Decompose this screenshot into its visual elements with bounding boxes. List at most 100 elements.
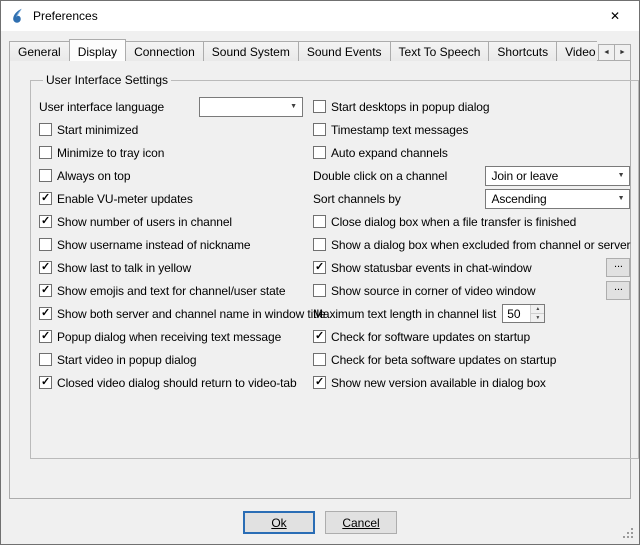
tab-display[interactable]: Display [69, 39, 126, 61]
checkbox-label: Show both server and channel name in win… [57, 307, 326, 321]
checkbox-show-source-in-corner-of-video-window[interactable]: Show source in corner of video window [313, 284, 535, 298]
settings-row: ✓Show emojis and text for channel/user s… [39, 279, 303, 302]
checkbox-label: Show statusbar events in chat-window [331, 261, 532, 275]
checkbox-checked-icon: ✓ [39, 307, 52, 320]
settings-row: ✓Closed video dialog should return to vi… [39, 371, 303, 394]
checkbox-unchecked-box [39, 123, 52, 136]
settings-row: Start video in popup dialog [39, 348, 303, 371]
checkbox-label: Start desktops in popup dialog [331, 100, 489, 114]
checkbox-label: Close dialog box when a file transfer is… [331, 215, 576, 229]
checkbox-enable-vu-meter-updates[interactable]: ✓Enable VU-meter updates [39, 192, 193, 206]
checkbox-unchecked-box [313, 123, 326, 136]
checkbox-checked-icon: ✓ [39, 261, 52, 274]
chevron-down-icon: ▼ [618, 195, 625, 202]
checkbox-label: Start video in popup dialog [57, 353, 196, 367]
tab-connection[interactable]: Connection [125, 41, 204, 61]
tab-sound-system[interactable]: Sound System [203, 41, 299, 61]
settings-row: User interface language▼ [39, 95, 303, 118]
checkbox-label: Minimize to tray icon [57, 146, 164, 160]
checkbox-check-for-beta-software-updates-on-startup[interactable]: Check for beta software updates on start… [313, 353, 556, 367]
checkbox-unchecked-box [39, 353, 52, 366]
close-button[interactable]: ✕ [599, 1, 631, 31]
settings-column-left: User interface language▼ Start minimized M… [39, 95, 303, 394]
settings-row: ✓ Show statusbar events in chat-window... [313, 256, 630, 279]
checkbox-show-username-instead-of-nickname[interactable]: Show username instead of nickname [39, 238, 250, 252]
dialog-button-row: Ok Cancel [9, 511, 631, 534]
checkbox-show-both-server-and-channel-name-in-window-title[interactable]: ✓ Show both server and channel name in wi… [39, 307, 326, 321]
checkbox-checked-icon: ✓ [313, 330, 326, 343]
checkbox-show-emojis-and-text-for-channel-user-state[interactable]: ✓Show emojis and text for channel/user s… [39, 284, 286, 298]
show-statusbar-events-in-chat-window-more-button[interactable]: ... [606, 258, 630, 277]
app-logo-icon [9, 8, 25, 24]
checkbox-show-statusbar-events-in-chat-window[interactable]: ✓ Show statusbar events in chat-window [313, 261, 532, 275]
settings-row: ✓Enable VU-meter updates [39, 187, 303, 210]
user-interface-language-select[interactable]: ▼ [199, 97, 303, 117]
checkbox-label: Popup dialog when receiving text message [57, 330, 281, 344]
tab-scroll-buttons: ◄ ► [599, 44, 631, 61]
checkbox-start-video-in-popup-dialog[interactable]: Start video in popup dialog [39, 353, 196, 367]
settings-row: Close dialog box when a file transfer is… [313, 210, 630, 233]
max-text-length-spinner[interactable]: 50▲▼ [502, 304, 545, 323]
checkbox-label: Show a dialog box when excluded from cha… [331, 238, 630, 252]
settings-row: Maximum text length in channel list 50▲▼ [313, 302, 630, 325]
settings-row: Start desktops in popup dialog [313, 95, 630, 118]
spinner-up-button[interactable]: ▲ [531, 305, 544, 314]
dialog-body: GeneralDisplayConnectionSound SystemSoun… [1, 31, 639, 544]
checkbox-unchecked-box [313, 238, 326, 251]
checkbox-unchecked-box [313, 353, 326, 366]
checkbox-checked-icon: ✓ [313, 261, 326, 274]
settings-row: Show a dialog box when excluded from cha… [313, 233, 630, 256]
checkbox-closed-video-dialog-should-return-to-video-tab[interactable]: ✓Closed video dialog should return to vi… [39, 376, 297, 390]
checkbox-start-minimized[interactable]: Start minimized [39, 123, 138, 137]
tab-strip: GeneralDisplayConnectionSound SystemSoun… [9, 39, 597, 61]
checkbox-show-new-version-available-in-dialog-box[interactable]: ✓Show new version available in dialog bo… [313, 376, 546, 390]
checkbox-unchecked-box [39, 146, 52, 159]
settings-row: Auto expand channels [313, 141, 630, 164]
resize-grip[interactable] [623, 528, 635, 540]
settings-row: ✓Show new version available in dialog bo… [313, 371, 630, 394]
preferences-window: Preferences ✕ GeneralDisplayConnectionSo… [0, 0, 640, 545]
checkbox-unchecked-box [313, 146, 326, 159]
checkbox-unchecked-box [313, 215, 326, 228]
checkbox-check-for-software-updates-on-startup[interactable]: ✓Check for software updates on startup [313, 330, 530, 344]
show-source-in-corner-of-video-window-more-button[interactable]: ... [606, 281, 630, 300]
tab-sound-events[interactable]: Sound Events [298, 41, 391, 61]
user-interface-settings-group: User Interface Settings User interface l… [30, 73, 639, 459]
group-title: User Interface Settings [43, 73, 171, 87]
checkbox-unchecked-box [39, 169, 52, 182]
cancel-button[interactable]: Cancel [325, 511, 397, 534]
checkbox-label: Show emojis and text for channel/user st… [57, 284, 286, 298]
checkbox-show-number-of-users-in-channel[interactable]: ✓Show number of users in channel [39, 215, 232, 229]
tab-scroll-left-button[interactable]: ◄ [598, 44, 615, 61]
checkbox-label: Show last to talk in yellow [57, 261, 191, 275]
tab-shortcuts[interactable]: Shortcuts [488, 41, 557, 61]
checkbox-label: Check for beta software updates on start… [331, 353, 556, 367]
field-label-maximum-text-length-in-channel-list: Maximum text length in channel list [313, 307, 496, 321]
checkbox-start-desktops-in-popup-dialog[interactable]: Start desktops in popup dialog [313, 100, 489, 114]
combo-selected-value: Join or leave [491, 169, 558, 183]
checkbox-auto-expand-channels[interactable]: Auto expand channels [313, 146, 448, 160]
checkbox-always-on-top[interactable]: Always on top [39, 169, 130, 183]
sort-channels-select[interactable]: Ascending▼ [485, 189, 630, 209]
checkbox-show-a-dialog-box-when-excluded-from-channel-or-server[interactable]: Show a dialog box when excluded from cha… [313, 238, 630, 252]
titlebar: Preferences ✕ [1, 1, 639, 31]
tab-general[interactable]: General [9, 41, 70, 61]
double-click-action-select[interactable]: Join or leave▼ [485, 166, 630, 186]
checkbox-checked-icon: ✓ [313, 376, 326, 389]
ok-button-label: Ok [271, 516, 286, 530]
checkbox-timestamp-text-messages[interactable]: Timestamp text messages [313, 123, 468, 137]
checkbox-show-last-to-talk-in-yellow[interactable]: ✓ Show last to talk in yellow [39, 261, 191, 275]
checkbox-popup-dialog-when-receiving-text-message[interactable]: ✓Popup dialog when receiving text messag… [39, 330, 281, 344]
settings-row: ✓ Show last to talk in yellow [39, 256, 303, 279]
spinner-down-button[interactable]: ▼ [531, 314, 544, 322]
ok-button[interactable]: Ok [243, 511, 315, 534]
tab-scroll-right-button[interactable]: ► [614, 44, 631, 61]
checkbox-minimize-to-tray-icon[interactable]: Minimize to tray icon [39, 146, 164, 160]
checkbox-close-dialog-box-when-a-file-transfer-is-finished[interactable]: Close dialog box when a file transfer is… [313, 215, 576, 229]
checkbox-unchecked-box [39, 238, 52, 251]
settings-row: ✓Check for software updates on startup [313, 325, 630, 348]
tab-text-to-speech[interactable]: Text To Speech [390, 41, 490, 61]
tab-video-capture[interactable]: Video Capture [556, 41, 597, 61]
close-icon: ✕ [610, 9, 620, 23]
settings-row: ✓Popup dialog when receiving text messag… [39, 325, 303, 348]
